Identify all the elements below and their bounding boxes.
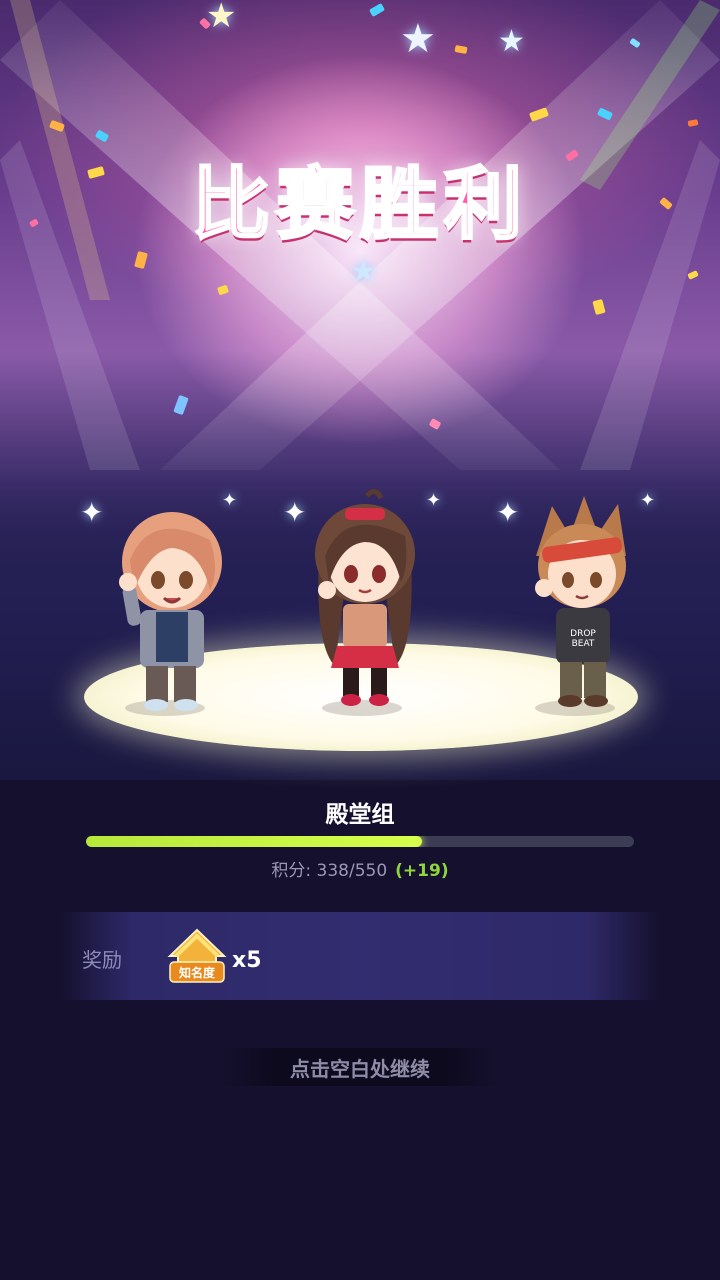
- fame-house-icon: 知名度: [167, 928, 227, 983]
- score-progress-bar: [86, 836, 634, 847]
- reward-label: 奖励: [82, 948, 122, 972]
- sparkle-icon: ✦: [283, 496, 307, 529]
- score-text: 积分: 338/550: [271, 861, 388, 881]
- star-icon: ★: [498, 24, 525, 59]
- star-icon: ★: [400, 16, 436, 62]
- group-name: 殿堂组: [325, 802, 395, 828]
- character-left-boy: [119, 512, 222, 711]
- sparkle-icon: ✦: [80, 496, 104, 529]
- victory-title: 比赛胜利: [190, 159, 528, 252]
- sparkle-icon: ✦: [426, 490, 442, 511]
- svg-text:BEAT: BEAT: [572, 639, 595, 649]
- star-icon: ★: [206, 0, 237, 36]
- victory-title-banner: 比赛胜利: [150, 150, 570, 260]
- sparkle-icon: ✦: [640, 490, 656, 511]
- score-line: 积分: 338/550 (+19): [0, 856, 720, 881]
- reward-panel: [60, 912, 660, 1000]
- score-progress-fill: [86, 836, 423, 847]
- svg-text:DROP: DROP: [570, 629, 596, 639]
- score-gain: (+19): [395, 861, 449, 881]
- character-center-girl: [315, 489, 415, 706]
- reward-count: x5: [232, 948, 262, 973]
- character-right-boy: DROP BEAT: [535, 496, 626, 707]
- continue-hint[interactable]: 点击空白处继续: [220, 1053, 500, 1082]
- sparkle-icon: ✦: [496, 496, 520, 529]
- reward-item-name: 知名度: [178, 965, 216, 980]
